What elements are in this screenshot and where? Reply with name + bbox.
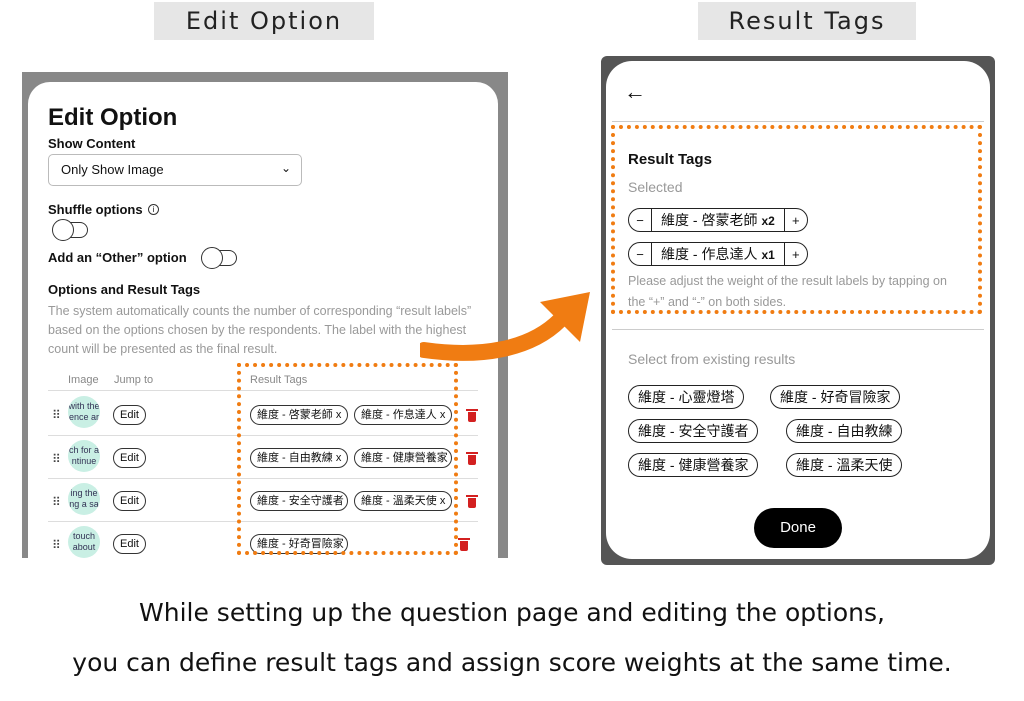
show-content-value: Only Show Image bbox=[61, 162, 164, 177]
edit-option-label: Edit Option bbox=[154, 2, 374, 40]
trash-icon[interactable] bbox=[458, 538, 470, 551]
result-tags-label: Result Tags bbox=[698, 2, 916, 40]
drag-handle-icon[interactable]: ⠿ bbox=[52, 538, 61, 552]
divider bbox=[612, 329, 984, 330]
info-icon[interactable]: i bbox=[148, 204, 159, 215]
shuffle-toggle[interactable] bbox=[52, 219, 88, 241]
option-thumbnail: touch about bbox=[68, 526, 100, 558]
existing-results-label: Select from existing results bbox=[628, 351, 796, 367]
other-option-toggle[interactable] bbox=[201, 247, 237, 269]
edit-button[interactable]: Edit bbox=[113, 448, 146, 468]
page-title: Edit Option bbox=[48, 104, 178, 131]
edit-button[interactable]: Edit bbox=[113, 405, 146, 425]
existing-tag-chip[interactable]: 維度 - 健康營養家 bbox=[628, 453, 759, 477]
existing-tag-chip[interactable]: 維度 - 自由教練 bbox=[786, 419, 903, 443]
drag-handle-icon[interactable]: ⠿ bbox=[52, 495, 61, 509]
column-jump-to: Jump to bbox=[114, 374, 154, 386]
option-thumbnail: ing the ng a sa bbox=[68, 483, 100, 515]
shuffle-label: Shuffle options bbox=[48, 202, 143, 217]
options-description: The system automatically counts the numb… bbox=[48, 304, 472, 356]
edit-button[interactable]: Edit bbox=[113, 491, 146, 511]
existing-tag-chip[interactable]: 維度 - 溫柔天使 bbox=[786, 453, 903, 477]
drag-handle-icon[interactable]: ⠿ bbox=[52, 408, 61, 422]
caption-line-1: While setting up the question page and e… bbox=[139, 598, 885, 627]
chevron-down-icon: ⌄ bbox=[280, 161, 291, 175]
selected-tags-highlight bbox=[611, 125, 982, 314]
option-thumbnail: with the ence ar bbox=[68, 396, 100, 428]
existing-tag-chip[interactable]: 維度 - 安全守護者 bbox=[628, 419, 759, 443]
show-content-label: Show Content bbox=[48, 136, 136, 151]
option-thumbnail: ch for a ntinue bbox=[68, 440, 100, 472]
done-button[interactable]: Done bbox=[754, 508, 842, 548]
other-option-label: Add an “Other” option bbox=[48, 250, 187, 265]
drag-handle-icon[interactable]: ⠿ bbox=[52, 452, 61, 466]
arrow-icon bbox=[420, 292, 590, 361]
existing-tag-chip[interactable]: 維度 - 心靈燈塔 bbox=[628, 385, 745, 409]
divider bbox=[612, 121, 984, 122]
options-heading: Options and Result Tags bbox=[48, 282, 201, 297]
edit-button[interactable]: Edit bbox=[113, 534, 146, 554]
trash-icon[interactable] bbox=[466, 452, 478, 465]
trash-icon[interactable] bbox=[466, 409, 478, 422]
back-arrow-icon[interactable]: ← bbox=[624, 79, 646, 105]
caption-line-2: you can define result tags and assign sc… bbox=[72, 648, 952, 677]
show-content-select[interactable]: Only Show Image ⌄ bbox=[48, 154, 302, 186]
column-image: Image bbox=[68, 374, 99, 386]
result-tags-highlight bbox=[237, 363, 458, 555]
existing-tag-chip[interactable]: 維度 - 好奇冒險家 bbox=[770, 385, 901, 409]
trash-icon[interactable] bbox=[466, 495, 478, 508]
